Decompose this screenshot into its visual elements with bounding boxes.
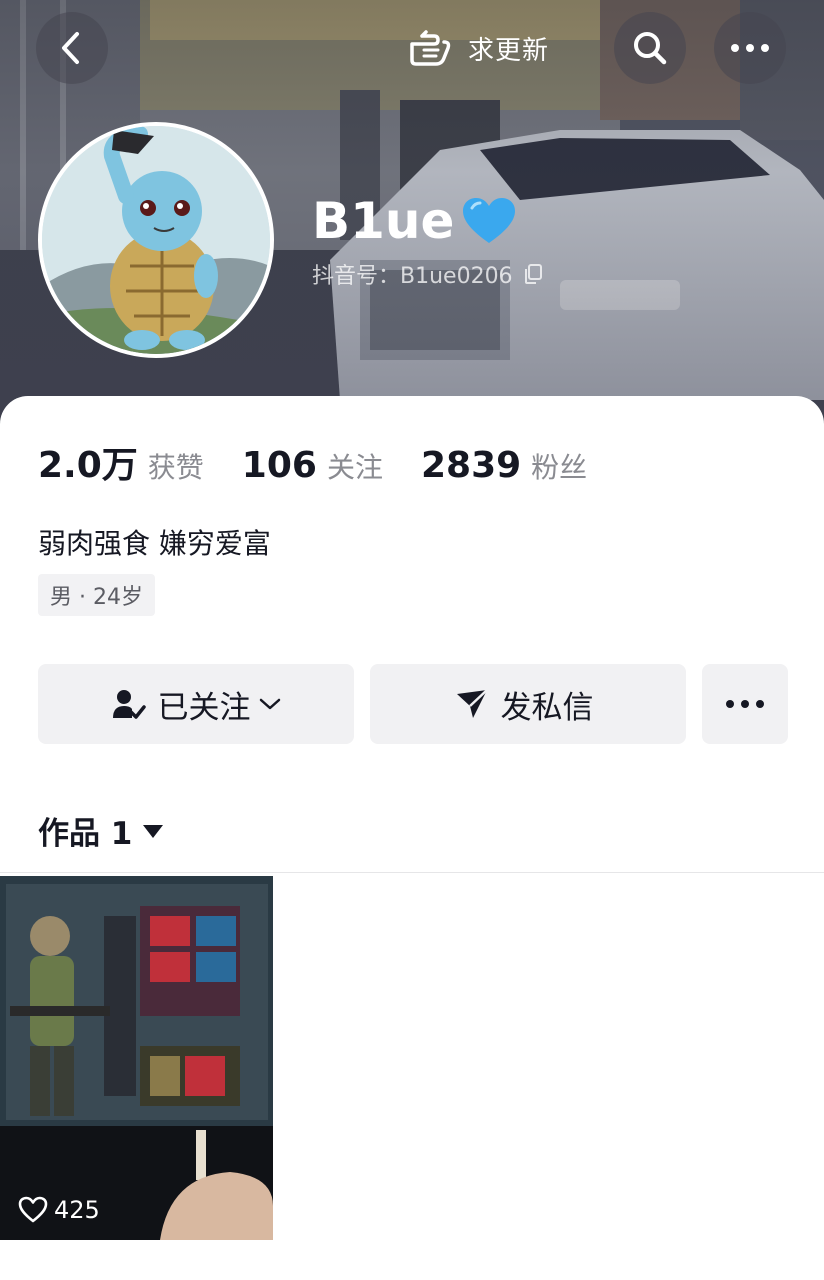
more-options-button[interactable] xyxy=(714,12,786,84)
search-button[interactable] xyxy=(614,12,686,84)
works-tab-label: 作品 1 xyxy=(38,816,133,852)
send-message-button[interactable]: 发私信 xyxy=(370,664,686,744)
profile-card: 2.0万 获赞 106 关注 2839 粉丝 弱肉强食 嫌穷爱富 男 · 24岁… xyxy=(0,396,824,1280)
stat-likes[interactable]: 2.0万 获赞 xyxy=(38,436,204,488)
video-thumbnail[interactable]: 425 xyxy=(0,876,273,1240)
gender-age-tag: 男 · 24岁 xyxy=(38,574,155,616)
request-update-label: 求更新 xyxy=(468,35,550,66)
stat-following[interactable]: 106 关注 xyxy=(242,445,383,486)
send-message-label: 发私信 xyxy=(500,689,594,726)
avatar[interactable] xyxy=(38,122,274,358)
chevron-down-icon xyxy=(259,698,280,710)
profile-bio: 弱肉强食 嫌穷爱富 xyxy=(38,527,271,560)
request-update-button[interactable]: 求更新 xyxy=(408,22,549,74)
stat-value: 2.0万 xyxy=(38,445,138,486)
profile-stats: 2.0万 获赞 106 关注 2839 粉丝 xyxy=(38,436,625,488)
profile-header: 求更新 B1ue 抖音号：B1ue0206 xyxy=(0,0,824,430)
heart-outline-icon xyxy=(18,1196,48,1223)
video-cover-image xyxy=(0,876,273,1240)
stat-value: 2839 xyxy=(420,445,522,486)
send-icon xyxy=(456,689,488,718)
followed-label: 已关注 xyxy=(157,689,251,726)
stat-label: 获赞 xyxy=(147,451,204,484)
copy-icon[interactable] xyxy=(523,263,543,285)
video-like-count: 425 xyxy=(18,1196,100,1224)
back-arrow-icon xyxy=(62,32,79,64)
like-count-text: 425 xyxy=(54,1196,100,1224)
nickname-text: B1ue xyxy=(312,192,455,250)
douyin-id-text: 抖音号：B1ue0206 xyxy=(312,264,513,289)
stat-followers[interactable]: 2839 粉丝 xyxy=(421,445,587,486)
stat-label: 粉丝 xyxy=(531,451,588,484)
user-check-icon xyxy=(112,690,146,719)
avatar-image xyxy=(42,126,270,354)
more-dots-icon xyxy=(726,700,764,708)
profile-nickname: B1ue xyxy=(312,192,518,250)
triangle-down-icon xyxy=(143,824,164,838)
blue-heart-icon xyxy=(463,198,516,243)
search-icon xyxy=(634,32,667,65)
pointing-hand-icon xyxy=(410,30,451,66)
more-dots-icon xyxy=(731,44,769,52)
more-actions-button[interactable] xyxy=(702,664,788,744)
back-button[interactable] xyxy=(36,12,108,84)
stat-label: 关注 xyxy=(326,451,383,484)
tab-works[interactable]: 作品 1 xyxy=(38,808,164,853)
douyin-id: 抖音号：B1ue0206 xyxy=(312,258,543,290)
stat-value: 106 xyxy=(241,445,317,486)
followed-button[interactable]: 已关注 xyxy=(38,664,354,744)
tab-divider xyxy=(0,872,824,873)
